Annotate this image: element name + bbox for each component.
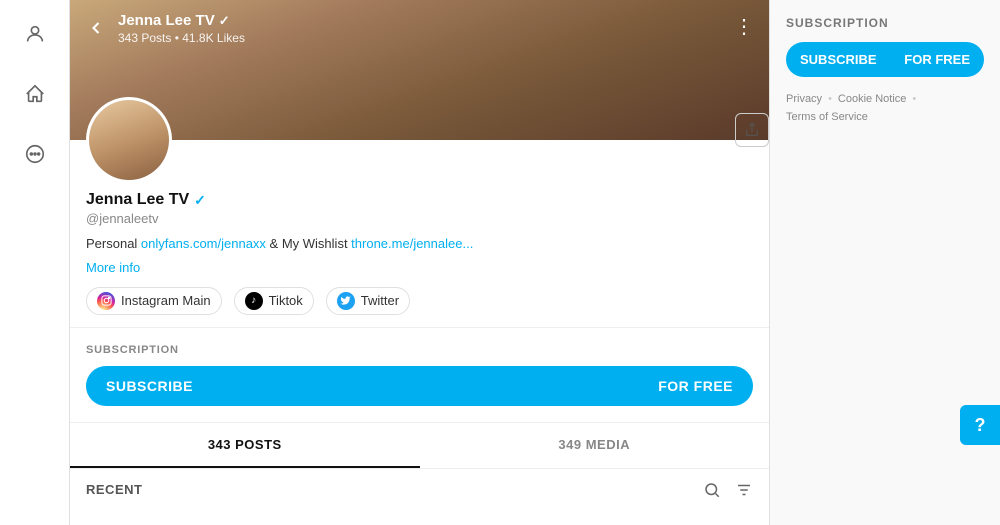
back-button[interactable]	[82, 14, 110, 42]
right-subscribe-button[interactable]: SUBSCRIBE FOR FREE	[786, 42, 984, 77]
recent-row: RECENT	[70, 469, 769, 511]
twitter-label: Twitter	[361, 293, 399, 308]
avatar	[86, 97, 172, 183]
twitter-icon	[337, 292, 355, 310]
sidebar-messages[interactable]	[17, 136, 53, 172]
right-subscription-title: SUBSCRIPTION	[786, 16, 984, 30]
tabs-bar: 343 POSTS 349 MEDIA	[70, 423, 769, 469]
tiktok-icon: ♪	[245, 292, 263, 310]
profile-bio: Personal onlyfans.com/jennaxx & My Wishl…	[86, 234, 753, 254]
more-info-link[interactable]: More info	[86, 260, 753, 275]
social-links: Instagram Main ♪ Tiktok Twitter	[86, 287, 753, 315]
more-options-button[interactable]: ⋮	[734, 14, 755, 39]
share-button[interactable]	[735, 113, 769, 147]
help-icon: ?	[975, 415, 986, 436]
for-free-label: FOR FREE	[658, 378, 733, 394]
sidebar-avatar[interactable]	[17, 16, 53, 52]
main-content: Jenna Lee TV ✓ 343 Posts • 41.8K Likes ⋮…	[70, 0, 770, 525]
tab-media[interactable]: 349 MEDIA	[420, 423, 770, 468]
sidebar-home[interactable]	[17, 76, 53, 112]
terms-link[interactable]: Terms of Service	[786, 111, 868, 123]
subscription-section: SUBSCRIPTION SUBSCRIBE FOR FREE	[70, 328, 769, 423]
bio-link-2[interactable]: throne.me/jennalee...	[351, 236, 473, 251]
dot-separator-1: •	[828, 93, 832, 105]
right-for-free-label: FOR FREE	[904, 52, 970, 67]
search-icon-button[interactable]	[703, 481, 721, 499]
right-sidebar: SUBSCRIPTION SUBSCRIBE FOR FREE Privacy …	[770, 0, 1000, 525]
instagram-link[interactable]: Instagram Main	[86, 287, 222, 315]
cookie-notice-link[interactable]: Cookie Notice	[838, 93, 906, 105]
bio-link-1[interactable]: onlyfans.com/jennaxx	[141, 236, 266, 251]
right-subscribe-label: SUBSCRIBE	[800, 52, 877, 67]
avatar-wrapper	[86, 97, 172, 183]
avatar-image	[89, 100, 169, 180]
recent-label: RECENT	[86, 482, 142, 497]
tiktok-link[interactable]: ♪ Tiktok	[234, 287, 314, 315]
footer-links: Privacy • Cookie Notice • Terms of Servi…	[786, 93, 984, 123]
cover-stats: 343 Posts • 41.8K Likes	[118, 31, 245, 45]
dot-separator-2: •	[912, 93, 916, 105]
filter-icon-button[interactable]	[735, 481, 753, 499]
tiktok-label: Tiktok	[269, 293, 303, 308]
instagram-label: Instagram Main	[121, 293, 211, 308]
subscribe-label: SUBSCRIBE	[106, 378, 193, 394]
cover-verified-icon: ✓	[219, 13, 230, 29]
help-button[interactable]: ?	[960, 405, 1000, 445]
recent-icons	[703, 481, 753, 499]
cover-user-info: Jenna Lee TV ✓ 343 Posts • 41.8K Likes	[118, 12, 245, 45]
profile-section: Jenna Lee TV ✓ @jennaleetv Personal only…	[70, 97, 769, 328]
profile-name: Jenna Lee TV ✓	[86, 191, 753, 209]
left-sidebar	[0, 0, 70, 525]
tab-posts[interactable]: 343 POSTS	[70, 423, 420, 468]
subscription-title: SUBSCRIPTION	[86, 344, 753, 356]
profile-handle: @jennaleetv	[86, 211, 753, 226]
cover-username: Jenna Lee TV ✓	[118, 12, 245, 29]
privacy-link[interactable]: Privacy	[786, 93, 822, 105]
instagram-icon	[97, 292, 115, 310]
twitter-link[interactable]: Twitter	[326, 287, 410, 315]
subscribe-button[interactable]: SUBSCRIBE FOR FREE	[86, 366, 753, 406]
verified-badge: ✓	[194, 192, 206, 209]
